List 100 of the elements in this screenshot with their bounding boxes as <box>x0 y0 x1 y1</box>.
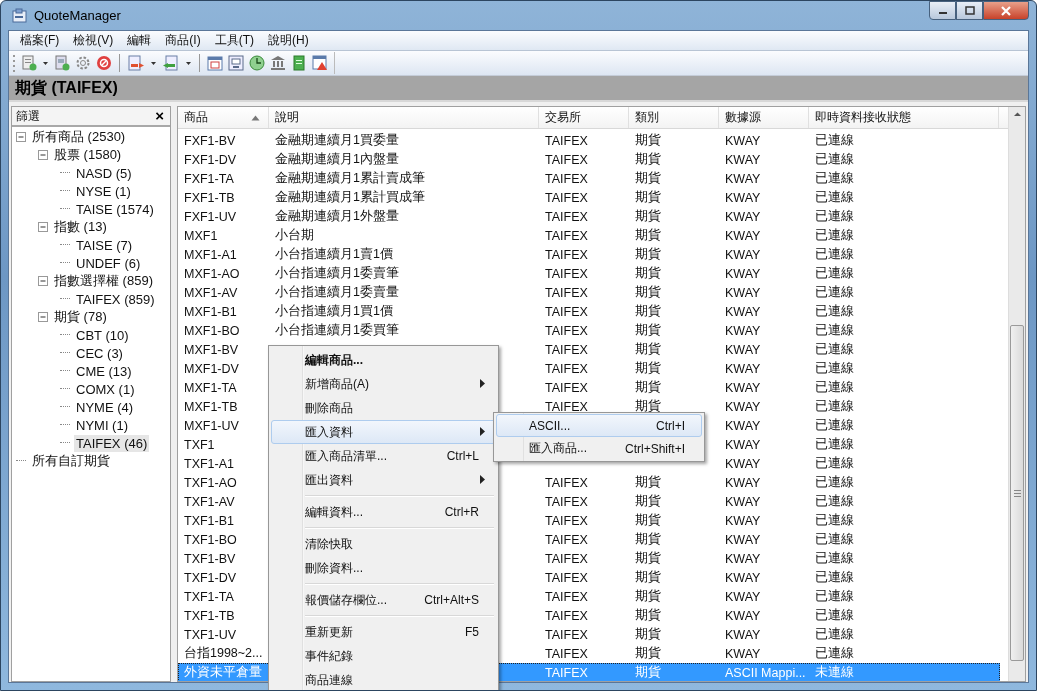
menu-item[interactable]: 編輯資料... Ctrl+R <box>271 500 496 524</box>
tree-item[interactable]: NYMI (1) <box>74 416 130 434</box>
menu-item[interactable]: 編輯商品... <box>271 348 496 372</box>
menu-item[interactable]: 重新更新 F5 <box>271 620 496 644</box>
collapse-icon[interactable] <box>16 132 26 142</box>
tree-item[interactable]: 所有自訂期貨 <box>30 451 112 471</box>
bank-icon[interactable] <box>270 55 286 71</box>
tree-item[interactable]: TAISE (7) <box>74 236 135 254</box>
column-header[interactable]: 類別 <box>629 107 719 128</box>
table-cell: 期貨 <box>635 133 661 147</box>
tree-item[interactable]: NASD (5) <box>74 164 134 182</box>
notebook-icon[interactable] <box>291 55 307 71</box>
table-cell: KWAY <box>725 532 761 547</box>
tree-item[interactable]: TAIFEX (859) <box>74 290 157 308</box>
table-cell: 期貨 <box>635 532 661 546</box>
menu-item[interactable]: 匯入商品清單... Ctrl+L <box>271 444 496 468</box>
maximize-button[interactable] <box>956 1 983 20</box>
table-cell: TAIFEX <box>545 361 588 376</box>
table-cell: MXF1-TA <box>184 380 237 395</box>
table-cell: FXF1-DV <box>184 152 237 167</box>
column-header[interactable]: 數據源 <box>719 107 809 128</box>
tree-item[interactable]: NYME (4) <box>74 398 136 416</box>
table-cell: KWAY <box>725 589 761 604</box>
tree-item[interactable]: 所有商品 (2530) <box>30 127 128 147</box>
menu-item[interactable]: 編輯 <box>120 32 159 49</box>
table-cell: TAIFEX <box>545 190 588 205</box>
tree-item[interactable]: 股票 (1580) <box>52 145 124 165</box>
table-cell: 小台指連續月1賣1價 <box>275 247 393 261</box>
table-cell: FXF1-TA <box>184 171 234 186</box>
vertical-scrollbar[interactable] <box>1008 107 1025 681</box>
tree-item[interactable]: 期貨 (78) <box>52 307 109 327</box>
column-header[interactable]: 說明 <box>269 107 539 128</box>
tree-item[interactable]: CME (13) <box>74 362 134 380</box>
table-cell: KWAY <box>725 171 761 186</box>
stop-icon[interactable] <box>96 55 112 71</box>
table-cell: KWAY <box>725 152 761 167</box>
column-header[interactable]: 即時資料接收狀態 <box>809 107 999 128</box>
table-cell: 已連線 <box>815 494 854 508</box>
table-cell: KWAY <box>725 285 761 300</box>
table-cell: 金融期連續月1內盤量 <box>275 152 399 166</box>
calendar-icon[interactable] <box>207 55 223 71</box>
close-button[interactable] <box>983 1 1029 20</box>
table-cell: 已連線 <box>815 361 854 375</box>
tree-item[interactable]: NYSE (1) <box>74 182 133 200</box>
menu-item[interactable]: 工具(T) <box>207 32 261 49</box>
menu-item[interactable]: 檔案(F) <box>13 32 67 49</box>
add-document-icon[interactable] <box>21 55 37 71</box>
tree-item[interactable]: CEC (3) <box>74 344 125 362</box>
menu-item[interactable]: 新增商品(A) <box>271 372 496 396</box>
toolbar-grip-icon[interactable] <box>13 54 16 72</box>
table-cell: TXF1-BV <box>184 551 236 566</box>
menu-item[interactable]: 匯入資料 <box>271 420 496 444</box>
add-document-icon[interactable] <box>54 55 70 71</box>
export-document-icon[interactable] <box>127 55 145 71</box>
tree-item[interactable]: UNDEF (6) <box>74 254 143 272</box>
table-cell: KWAY <box>725 437 761 452</box>
scroll-thumb[interactable] <box>1010 325 1024 661</box>
table-cell: KWAY <box>725 399 761 414</box>
menu-item[interactable]: 商品(I) <box>158 32 208 49</box>
table-cell: TAIFEX <box>545 247 588 262</box>
table-cell: 已連線 <box>815 266 854 280</box>
menu-item[interactable]: 刪除商品 <box>271 396 496 420</box>
clock-icon[interactable] <box>249 55 265 71</box>
menu-item[interactable]: 說明(H) <box>261 32 316 49</box>
menu-item[interactable]: 刪除資料... <box>271 556 496 580</box>
gear-icon[interactable] <box>75 55 91 71</box>
collapse-icon[interactable] <box>38 276 48 286</box>
table-cell: 已連線 <box>815 285 854 299</box>
tree-item[interactable]: COMX (1) <box>74 380 137 398</box>
collapse-icon[interactable] <box>38 222 48 232</box>
column-header[interactable]: 交易所 <box>539 107 629 128</box>
calendar-warning-icon[interactable] <box>312 55 328 71</box>
import-document-icon[interactable] <box>162 55 180 71</box>
table-cell: TXF1-AO <box>184 475 237 490</box>
table-cell: 期貨 <box>635 209 661 223</box>
menu-item[interactable]: 報價儲存欄位... Ctrl+Alt+S <box>271 588 496 612</box>
minimize-button[interactable] <box>929 1 956 20</box>
monitor-icon[interactable] <box>228 55 244 71</box>
table-cell: 已連線 <box>815 380 854 394</box>
close-button[interactable]: × <box>153 108 166 124</box>
table-cell: TXF1-AV <box>184 494 235 509</box>
tree-item[interactable]: TAIFEX (46) <box>74 434 150 452</box>
menu-item[interactable]: 匯入商品... Ctrl+Shift+I <box>496 437 702 460</box>
collapse-icon[interactable] <box>38 312 48 322</box>
table-cell: TAIFEX <box>545 570 588 585</box>
tree-item[interactable]: 指數 (13) <box>52 217 109 237</box>
table-cell: TAIFEX <box>545 133 588 148</box>
menu-item[interactable]: 清除快取 <box>271 532 496 556</box>
tree-item[interactable]: TAISE (1574) <box>74 200 156 218</box>
table-cell: 已連線 <box>815 418 854 432</box>
table-cell: 已連線 <box>815 399 854 413</box>
menu-item[interactable]: ASCII... Ctrl+I <box>496 414 702 437</box>
tree-item[interactable]: 指數選擇權 (859) <box>52 271 155 291</box>
tree-item[interactable]: CBT (10) <box>74 326 131 344</box>
table-cell: KWAY <box>725 342 761 357</box>
column-header[interactable]: 商品 <box>178 107 269 128</box>
menu-item[interactable]: 檢視(V) <box>66 32 121 49</box>
menu-item[interactable]: 匯出資料 <box>271 468 496 492</box>
collapse-icon[interactable] <box>38 150 48 160</box>
table-cell: TAIFEX <box>545 152 588 167</box>
